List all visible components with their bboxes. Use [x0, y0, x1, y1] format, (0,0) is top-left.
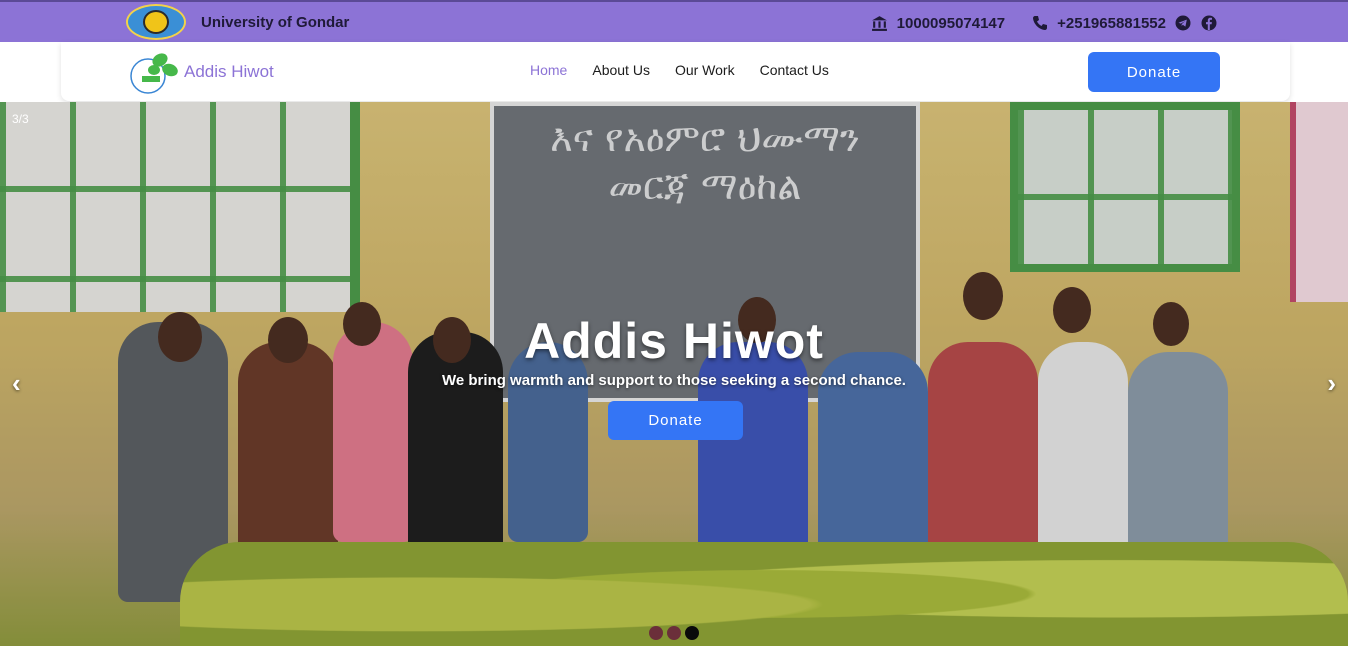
telegram-icon[interactable]: [1174, 14, 1192, 32]
slide-counter: 3/3: [12, 112, 29, 126]
hero-subtitle: We bring warmth and support to those see…: [442, 372, 906, 389]
nav-contact-us[interactable]: Contact Us: [760, 62, 829, 78]
main-navbar: Addis Hiwot Home About Us Our Work Conta…: [61, 42, 1290, 101]
bank-icon: [871, 14, 889, 32]
nav-about-us[interactable]: About Us: [592, 62, 650, 78]
brand-name: Addis Hiwot: [184, 62, 274, 81]
hero-title: Addis Hiwot: [524, 313, 824, 369]
account-number: 1000095074147: [896, 14, 1006, 32]
brand-logo: [128, 48, 180, 96]
top-info-bar: University of Gondar 1000095074147 +2519…: [0, 0, 1348, 42]
contact-info: 1000095074147 +251965881552: [871, 12, 1218, 34]
nav-our-work[interactable]: Our Work: [675, 62, 735, 78]
university-logo: [126, 4, 186, 40]
carousel-dot-2[interactable]: [667, 626, 681, 640]
phone-number[interactable]: +251965881552: [1057, 15, 1166, 32]
facebook-icon[interactable]: [1200, 14, 1218, 32]
carousel-dot-1[interactable]: [649, 626, 663, 640]
navbar-donate-button[interactable]: Donate: [1088, 52, 1220, 92]
university-name: University of Gondar: [201, 14, 350, 31]
hero-donate-button[interactable]: Donate: [608, 401, 743, 440]
carousel-next-arrow-icon[interactable]: ›: [1327, 368, 1336, 399]
phone-icon: [1031, 14, 1049, 32]
carousel-dot-3[interactable]: [685, 626, 699, 640]
nav-links: Home About Us Our Work Contact Us: [530, 62, 829, 78]
nav-home[interactable]: Home: [530, 62, 567, 78]
hero-carousel: እና የአዕምሮ ህሙማን መርጃ ማዕከል 3/3 Addis Hiwot W…: [0, 102, 1348, 646]
brand[interactable]: Addis Hiwot: [128, 48, 274, 96]
carousel-dots: [649, 626, 699, 640]
carousel-prev-arrow-icon[interactable]: ‹: [12, 368, 21, 399]
